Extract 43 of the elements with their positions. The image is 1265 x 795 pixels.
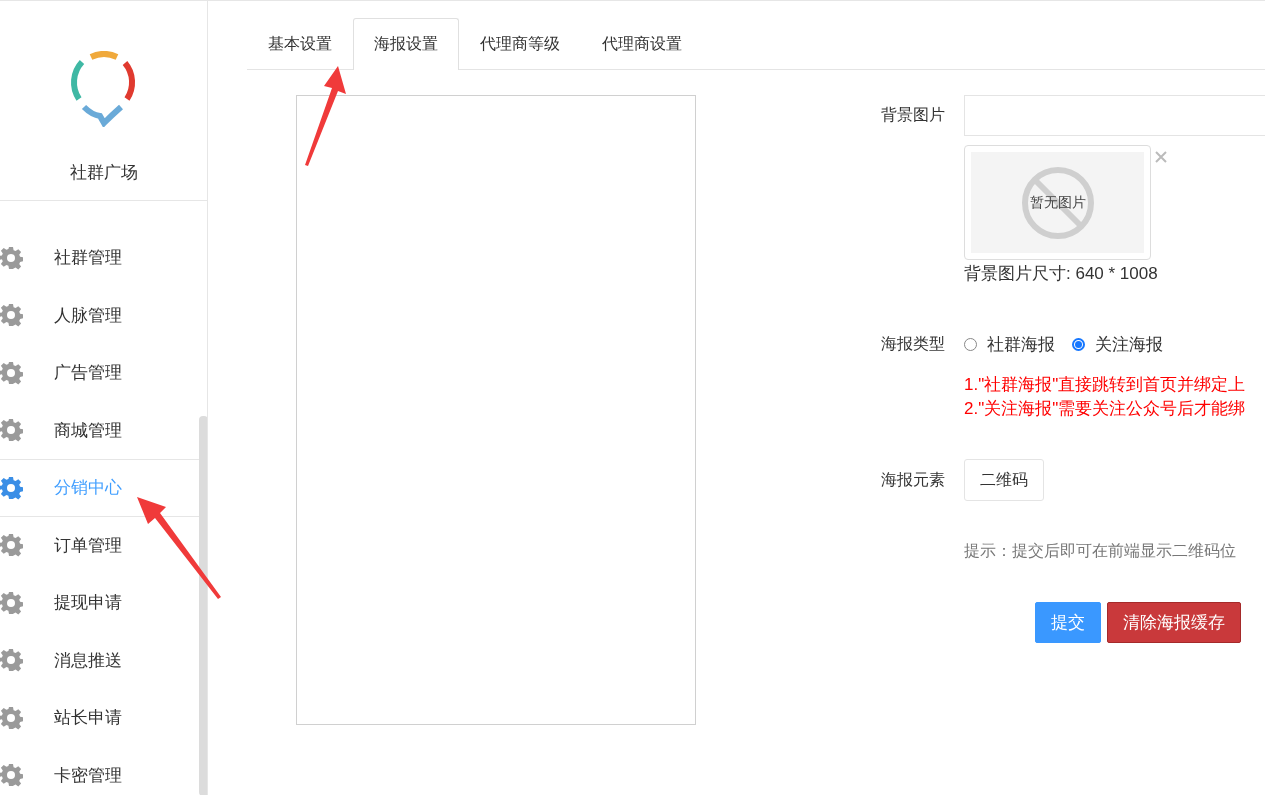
tab[interactable]: 代理商设置 [581, 18, 703, 70]
gear-icon [0, 360, 23, 385]
gear-icon [0, 590, 23, 615]
sidebar-item[interactable]: 商城管理 [0, 401, 200, 459]
tab[interactable]: 海报设置 [353, 18, 459, 70]
sidebar-item[interactable]: 卡密管理 [0, 746, 200, 795]
clear-cache-button[interactable]: 清除海报缓存 [1107, 602, 1241, 643]
radio-label[interactable]: 关注海报 [1095, 333, 1163, 356]
brand-name: 社群广场 [69, 162, 138, 184]
scrollbar[interactable] [199, 416, 207, 795]
gear-icon [0, 648, 23, 673]
size-hint: 背景图片尺寸: 640 * 1008 [964, 263, 1159, 285]
gear-icon [0, 245, 23, 270]
input-field[interactable] [964, 95, 1265, 136]
radio-button[interactable] [1072, 338, 1085, 351]
gear-icon [0, 705, 23, 730]
sidebar-item[interactable]: 广告管理 [0, 344, 200, 402]
close-icon[interactable] [1155, 151, 1167, 163]
note-text: 2."关注海报"需要关注公众号后才能绑 [964, 398, 1247, 420]
tab[interactable]: 基本设置 [247, 18, 353, 70]
tab[interactable]: 代理商等级 [459, 18, 581, 70]
no-image-icon [1020, 165, 1095, 240]
sidebar-item[interactable]: 订单管理 [0, 516, 200, 574]
field-label: 海报元素 [880, 469, 946, 490]
tip-text: 提示：提交后即可在前端显示二维码位 [964, 541, 1237, 561]
gear-icon [0, 418, 23, 443]
gear-icon [0, 475, 23, 500]
logo-icon [69, 51, 138, 127]
note-text: 1."社群海报"直接跳转到首页并绑定上 [964, 374, 1247, 396]
sidebar-item[interactable]: 消息推送 [0, 631, 200, 689]
empty-image-text: 暂无图片 [1029, 193, 1086, 212]
field-label: 海报类型 [880, 334, 946, 354]
gear-icon [0, 303, 23, 328]
sidebar-item[interactable]: 社群管理 [0, 229, 200, 287]
gear-icon [0, 763, 23, 788]
radio-label[interactable]: 社群海报 [987, 333, 1055, 356]
sidebar-item[interactable]: 提现申请 [0, 574, 200, 632]
field-label: 背景图片 [880, 105, 946, 125]
gear-icon [0, 533, 23, 558]
sidebar-item[interactable]: 人脉管理 [0, 286, 200, 344]
sidebar-item[interactable]: 站长申请 [0, 689, 200, 747]
image-upload[interactable]: 暂无图片 [964, 145, 1151, 260]
element-button[interactable]: 二维码 [964, 459, 1044, 501]
